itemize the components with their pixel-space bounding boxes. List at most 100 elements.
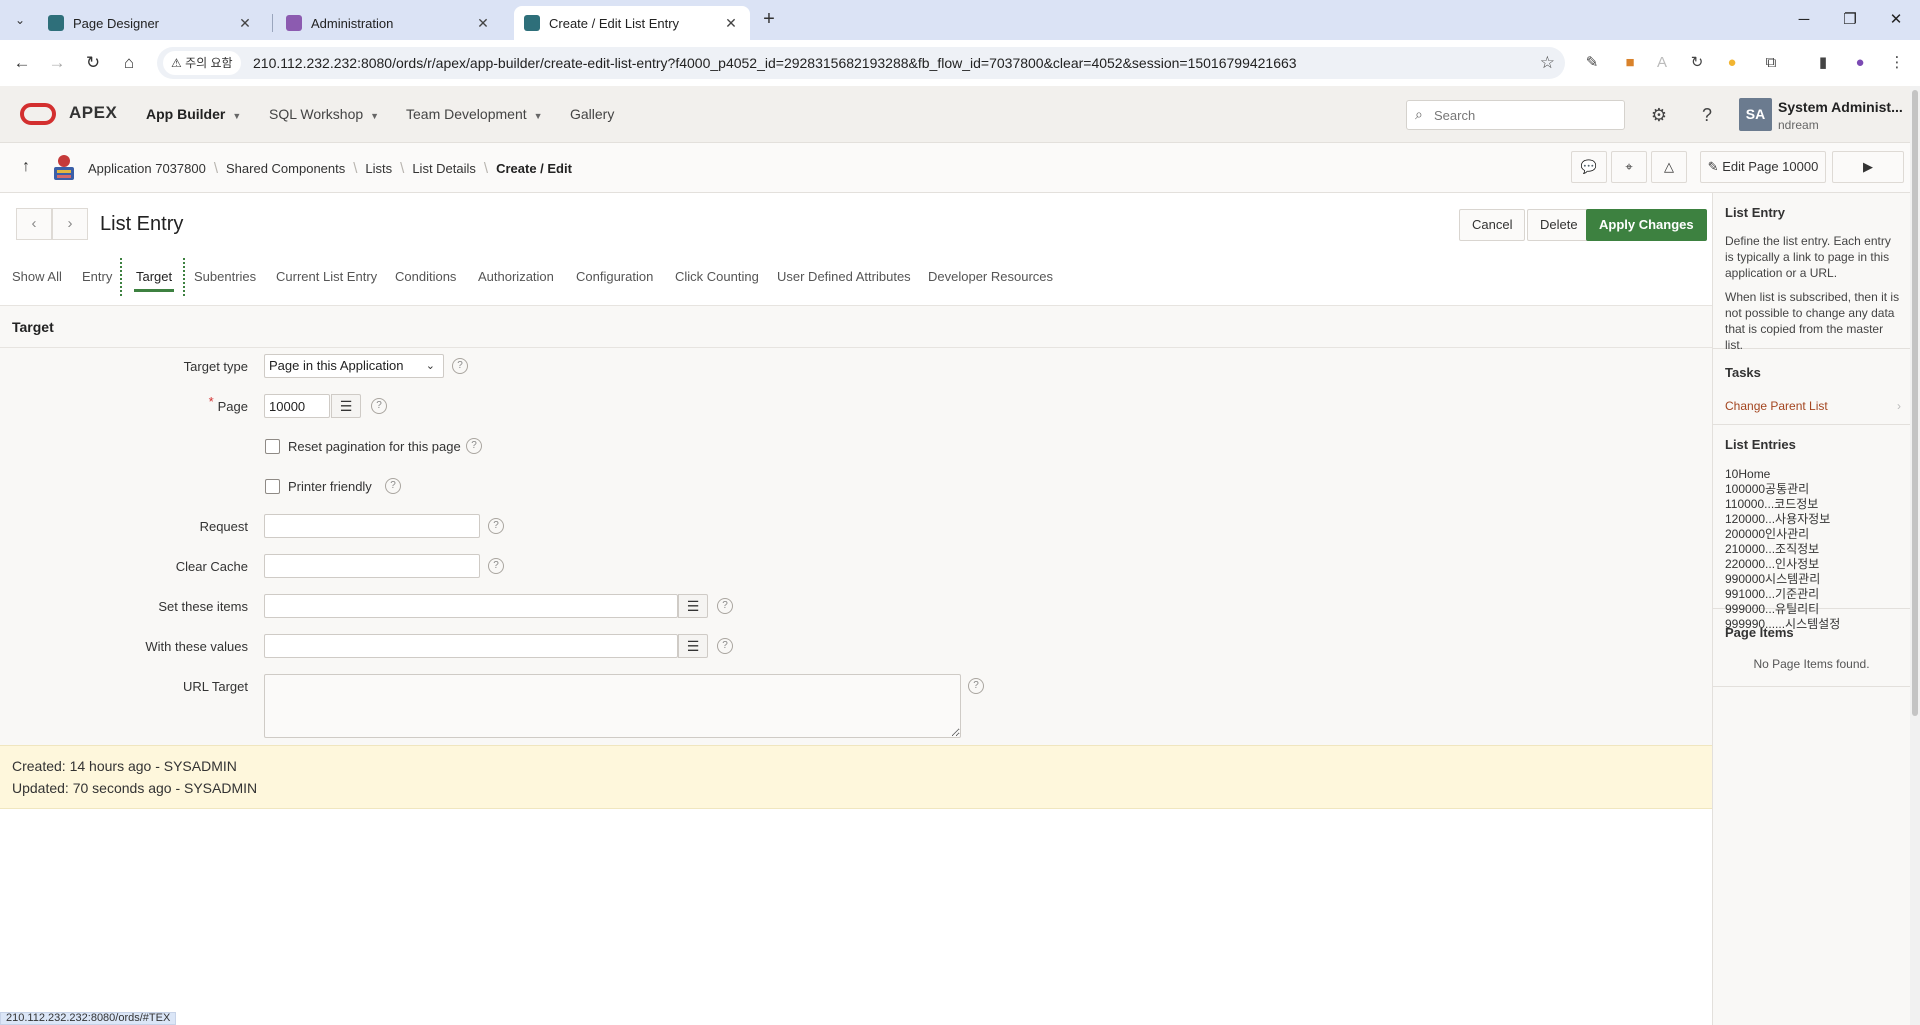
admin-user-wrench-icon[interactable]: ⚙ bbox=[1646, 102, 1672, 128]
help-circle-icon[interactable]: ? bbox=[371, 398, 387, 414]
url-text[interactable]: 210.112.232.232:8080/ords/r/apex/app-bui… bbox=[253, 47, 1297, 79]
tab-authorization[interactable]: Authorization bbox=[478, 269, 554, 284]
up-arrow-icon[interactable]: ↑ bbox=[14, 155, 38, 179]
list-item[interactable]: 10Home bbox=[1725, 467, 1840, 482]
set-items-input[interactable] bbox=[264, 594, 678, 618]
address-bar[interactable]: ⚠ 주의 요함 210.112.232.232:8080/ords/r/apex… bbox=[157, 47, 1565, 79]
list-item[interactable]: 200000인사관리 bbox=[1725, 527, 1840, 542]
page-number-input[interactable] bbox=[264, 394, 330, 418]
with-values-input[interactable] bbox=[264, 634, 678, 658]
clear-cache-input[interactable] bbox=[264, 554, 480, 578]
breadcrumb-list-details[interactable]: List Details bbox=[412, 161, 476, 176]
url-target-textarea[interactable] bbox=[264, 674, 961, 738]
minimize-window-icon[interactable]: ─ bbox=[1789, 8, 1819, 32]
security-warning-chip[interactable]: ⚠ 주의 요함 bbox=[163, 51, 241, 75]
help-circle-icon[interactable]: ? bbox=[717, 598, 733, 614]
help-circle-icon[interactable]: ? bbox=[488, 518, 504, 534]
tab-click-counting[interactable]: Click Counting bbox=[675, 269, 759, 284]
help-circle-icon[interactable]: ? bbox=[717, 638, 733, 654]
help-circle-icon[interactable]: ? bbox=[452, 358, 468, 374]
back-arrow-icon[interactable]: ← bbox=[8, 50, 36, 76]
tab-entry[interactable]: Entry bbox=[82, 269, 112, 284]
nav-app-builder[interactable]: App Builder ▼ bbox=[146, 106, 241, 122]
new-tab-button[interactable]: + bbox=[757, 8, 781, 32]
browser-tab-administration[interactable]: Administration ✕ bbox=[276, 6, 502, 40]
help-circle-icon[interactable]: ? bbox=[488, 558, 504, 574]
breadcrumb-shared-components[interactable]: Shared Components bbox=[226, 161, 345, 176]
tag-icon[interactable]: ⌖ bbox=[1611, 151, 1647, 183]
apply-changes-button[interactable]: Apply Changes bbox=[1586, 209, 1707, 241]
scrollbar-thumb[interactable] bbox=[1912, 90, 1918, 716]
nav-gallery[interactable]: Gallery bbox=[570, 106, 614, 122]
printer-friendly-checkbox[interactable] bbox=[265, 479, 280, 494]
list-item[interactable]: 991000...기준관리 bbox=[1725, 587, 1840, 602]
pen-extension-icon[interactable]: ✎ bbox=[1580, 51, 1604, 75]
list-item[interactable]: 110000...코드정보 bbox=[1725, 497, 1840, 512]
sync-extension-icon[interactable]: ↻ bbox=[1685, 51, 1709, 75]
list-item[interactable]: 120000...사용자정보 bbox=[1725, 512, 1840, 527]
previous-entry-button[interactable]: ‹ bbox=[16, 208, 52, 240]
header-search[interactable]: ⌕ bbox=[1406, 100, 1625, 130]
change-parent-list-link[interactable]: Change Parent List › bbox=[1725, 399, 1901, 413]
breadcrumb-separator: \ bbox=[213, 160, 218, 177]
breadcrumb-lists[interactable]: Lists bbox=[365, 161, 392, 176]
list-item[interactable]: 100000공통관리 bbox=[1725, 482, 1840, 497]
help-circle-icon[interactable]: ? bbox=[968, 678, 984, 694]
reload-icon[interactable]: ↻ bbox=[79, 50, 107, 76]
edit-page-button[interactable]: ✎ Edit Page 10000 bbox=[1700, 151, 1826, 183]
extensions-puzzle-icon[interactable]: ⧉ bbox=[1759, 51, 1783, 75]
help-circle-icon[interactable]: ? bbox=[466, 438, 482, 454]
close-tab-icon[interactable]: ✕ bbox=[474, 15, 492, 32]
a-extension-icon[interactable]: A bbox=[1650, 51, 1674, 75]
tab-conditions[interactable]: Conditions bbox=[395, 269, 456, 284]
nav-team-development[interactable]: Team Development ▼ bbox=[406, 106, 543, 122]
list-item[interactable]: 210000...조직정보 bbox=[1725, 542, 1840, 557]
close-tab-icon[interactable]: ✕ bbox=[236, 15, 254, 32]
help-circle-icon[interactable]: ? bbox=[385, 478, 401, 494]
help-icon[interactable]: ? bbox=[1694, 102, 1720, 128]
orange-extension-icon[interactable]: ■ bbox=[1618, 51, 1642, 75]
shared-components-icon[interactable]: △ bbox=[1651, 151, 1687, 183]
list-of-values-icon[interactable]: ☰ bbox=[678, 594, 708, 618]
tab-subentries[interactable]: Subentries bbox=[194, 269, 256, 284]
avatar[interactable]: SA bbox=[1739, 98, 1772, 131]
next-entry-button[interactable]: › bbox=[52, 208, 88, 240]
tab-user-defined-attributes[interactable]: User Defined Attributes bbox=[777, 269, 911, 284]
list-item[interactable]: 220000...인사정보 bbox=[1725, 557, 1840, 572]
browser-tab-create-edit-list-entry[interactable]: Create / Edit List Entry ✕ bbox=[514, 6, 750, 40]
delete-button[interactable]: Delete bbox=[1527, 209, 1591, 241]
browser-menu-icon[interactable]: ⋮ bbox=[1885, 51, 1909, 75]
list-of-values-icon[interactable]: ☰ bbox=[331, 394, 361, 418]
cancel-button[interactable]: Cancel bbox=[1459, 209, 1526, 241]
side-panel-icon[interactable]: ▮ bbox=[1811, 51, 1835, 75]
tab-current-list-entry[interactable]: Current List Entry bbox=[276, 269, 377, 284]
header-search-input[interactable] bbox=[1434, 101, 1619, 129]
oracle-logo-icon[interactable] bbox=[20, 103, 56, 125]
tab-configuration[interactable]: Configuration bbox=[576, 269, 653, 284]
close-tab-icon[interactable]: ✕ bbox=[722, 15, 740, 32]
list-of-values-icon[interactable]: ☰ bbox=[678, 634, 708, 658]
reset-pagination-checkbox[interactable] bbox=[265, 439, 280, 454]
run-page-button[interactable]: ▶ bbox=[1832, 151, 1904, 183]
tab-search-chevron-icon[interactable]: ⌄ bbox=[8, 8, 32, 32]
user-name[interactable]: System Administ... bbox=[1778, 99, 1903, 115]
nav-sql-workshop[interactable]: SQL Workshop ▼ bbox=[269, 106, 379, 122]
tab-target[interactable]: Target bbox=[133, 269, 175, 292]
apex-logo-text[interactable]: APEX bbox=[69, 103, 117, 123]
close-window-icon[interactable]: ✕ bbox=[1881, 8, 1911, 32]
home-icon[interactable]: ⌂ bbox=[115, 50, 143, 76]
yellow-extension-icon[interactable]: ● bbox=[1720, 51, 1744, 75]
list-item[interactable]: 990000시스템관리 bbox=[1725, 572, 1840, 587]
profile-avatar-icon[interactable]: ● bbox=[1848, 51, 1872, 75]
tab-show-all[interactable]: Show All bbox=[12, 269, 62, 284]
restore-window-icon[interactable]: ❐ bbox=[1835, 8, 1865, 32]
breadcrumb-application[interactable]: Application 7037800 bbox=[88, 161, 206, 176]
forward-arrow-icon[interactable]: → bbox=[43, 50, 71, 76]
request-input[interactable] bbox=[264, 514, 480, 538]
breadcrumb-separator: \ bbox=[400, 160, 405, 177]
tab-developer-resources[interactable]: Developer Resources bbox=[928, 269, 1053, 284]
bookmark-star-icon[interactable]: ☆ bbox=[1540, 47, 1555, 79]
comment-icon[interactable]: 💬 bbox=[1571, 151, 1607, 183]
browser-tab-page-designer[interactable]: Page Designer ✕ bbox=[38, 6, 264, 40]
target-type-select[interactable]: Page in this Application ⌄ bbox=[264, 354, 444, 378]
